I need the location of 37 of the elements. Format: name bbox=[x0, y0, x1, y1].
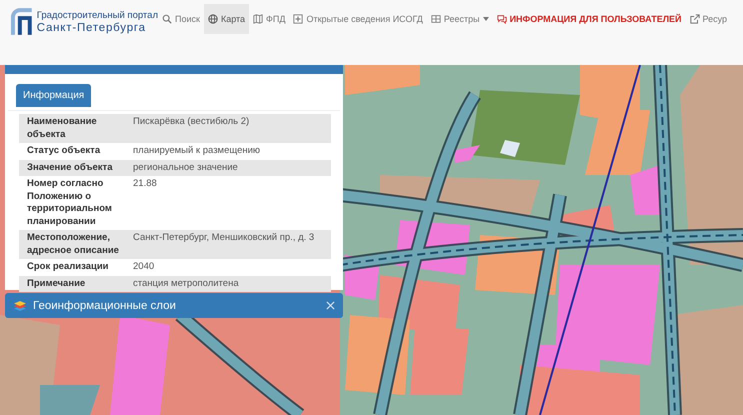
field-value: 21.88 bbox=[132, 178, 157, 191]
globe-icon bbox=[208, 14, 218, 24]
field-label: Срок реализации bbox=[27, 261, 110, 274]
field-label: Наименование объекта bbox=[27, 116, 98, 141]
city-name: Санкт-Петербурга bbox=[36, 22, 147, 34]
logo-icon bbox=[8, 7, 34, 37]
field-value: станция метрополитена bbox=[132, 278, 239, 290]
nav-link[interactable]: Карта bbox=[204, 4, 250, 34]
field-value: региональное значение bbox=[132, 162, 238, 174]
caret-icon bbox=[482, 17, 489, 21]
info-tab[interactable]: Информация bbox=[16, 84, 92, 107]
nav-link[interactable]: Реестры bbox=[426, 4, 493, 34]
nav-link[interactable]: ИНФОРМАЦИЯ ДЛЯ ПОЛЬЗОВАТЕЛЕЙ bbox=[492, 4, 686, 34]
field-label: Примечание bbox=[27, 278, 86, 290]
search-icon bbox=[162, 14, 172, 24]
external-link-icon bbox=[690, 14, 700, 24]
layers-panel-title: Геоинформационные слои bbox=[33, 300, 177, 312]
map-icon bbox=[253, 14, 264, 24]
nav-link[interactable]: Открытые сведения ИСОГД bbox=[289, 4, 427, 34]
field-value: 2040 bbox=[132, 261, 154, 274]
table-icon bbox=[430, 14, 441, 24]
layers-icon bbox=[13, 300, 27, 312]
chat-icon bbox=[496, 14, 507, 24]
nav-link[interactable]: ФПД bbox=[249, 4, 290, 34]
close-icon[interactable] bbox=[326, 301, 335, 310]
field-label: Номер согласно Положению о территориальном планировании bbox=[27, 178, 113, 228]
nav-link[interactable]: Ресур bbox=[686, 4, 732, 34]
field-label: Значение объекта bbox=[27, 162, 114, 174]
portal-title: Градостроительный портал bbox=[36, 10, 158, 22]
layers-panel-header[interactable]: Геоинформационные слои bbox=[5, 293, 343, 318]
field-label: Статус объекта bbox=[27, 145, 102, 158]
plus-square-icon bbox=[293, 14, 304, 24]
field-value: Санкт-Петербург, Меншиковский пр., д. 3 bbox=[132, 232, 314, 245]
field-value: Пискарёвка (вестибюль 2) bbox=[132, 116, 250, 129]
nav-link[interactable]: Поиск bbox=[158, 4, 204, 34]
field-value: планируемый к размещению bbox=[132, 145, 260, 158]
field-label: Местоположение, адресное описание bbox=[27, 232, 120, 257]
